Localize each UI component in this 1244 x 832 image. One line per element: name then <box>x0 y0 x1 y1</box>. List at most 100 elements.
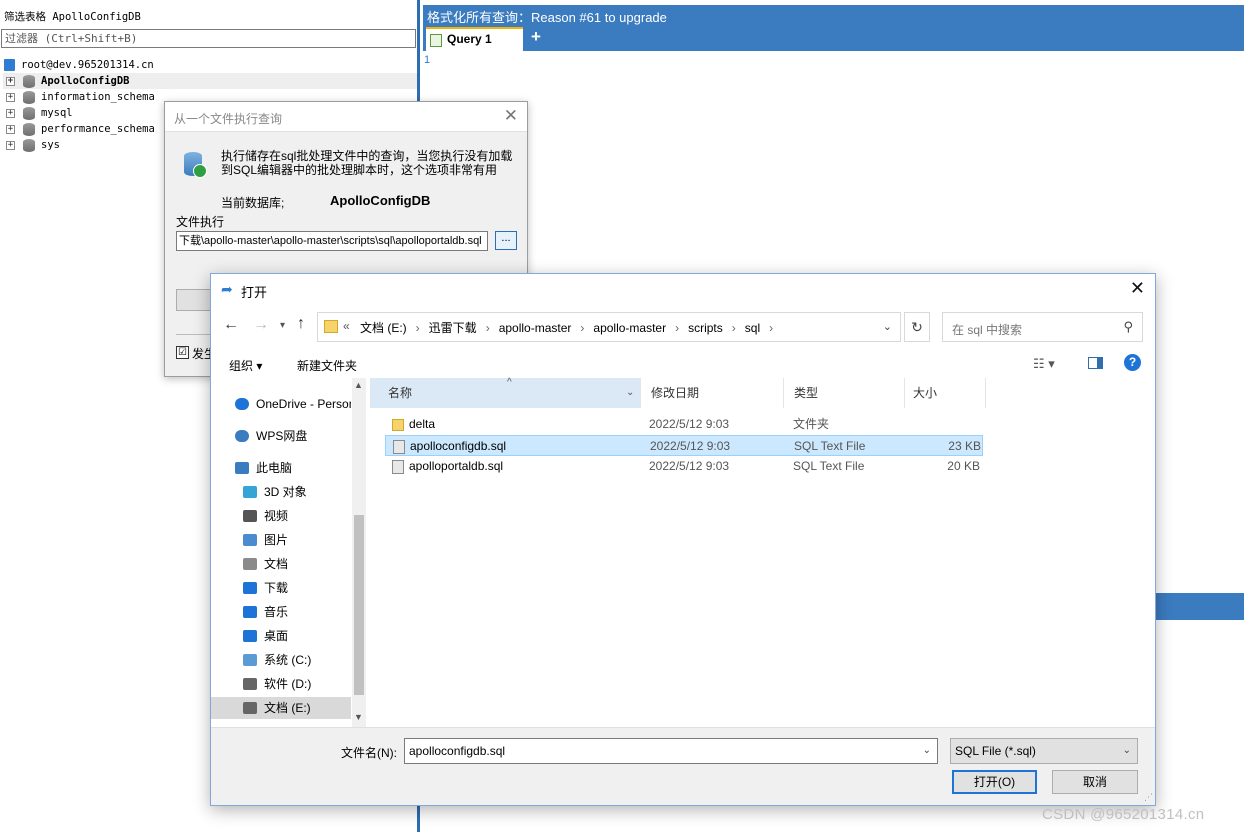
view-options-icon[interactable]: ☷ ▾ <box>1033 356 1055 372</box>
breadcrumb-item[interactable]: 迅雷下载 <box>429 319 477 336</box>
filetype-select[interactable]: SQL File (*.sql) ⌄ <box>950 738 1138 764</box>
up-arrow-icon[interactable]: ↑ <box>297 315 305 333</box>
filter-title: 筛选表格 ApolloConfigDB <box>4 11 141 23</box>
filename-label: 文件名(N): <box>341 746 397 760</box>
tab-label: Query 1 <box>447 32 492 46</box>
back-arrow-icon[interactable]: ← <box>223 316 239 334</box>
column-date[interactable]: 修改日期 <box>640 378 783 408</box>
nav-item[interactable]: 图片 <box>211 529 351 551</box>
file-name: apolloportaldb.sql <box>409 459 504 473</box>
breadcrumb-item[interactable]: apollo-master <box>593 321 666 335</box>
breadcrumb-item[interactable]: 文档 (E:) <box>360 319 407 336</box>
current-db-value: ApolloConfigDB <box>330 193 431 208</box>
database-icon <box>23 123 35 136</box>
file-row[interactable]: apolloconfigdb.sql 2022/5/12 9:03 SQL Text… <box>385 435 983 456</box>
chevron-right-icon[interactable]: › <box>675 321 679 335</box>
nav-item[interactable]: 下载 <box>211 577 351 599</box>
file-row[interactable]: delta 2022/5/12 9:03 文件夹 <box>385 414 983 435</box>
open-dialog-icon: ➦ <box>221 281 233 297</box>
column-size[interactable]: 大小 <box>904 378 986 408</box>
current-db-label: 当前数据库; <box>221 196 285 210</box>
chevron-down-icon[interactable]: ⌄ <box>1123 739 1131 763</box>
folder-icon <box>392 419 404 431</box>
chevron-right-icon[interactable]: › <box>486 321 490 335</box>
nav-item-label: WPS网盘 <box>256 429 308 443</box>
nav-item[interactable]: 视频 <box>211 505 351 527</box>
file-date: 2022/5/12 9:03 <box>649 459 730 473</box>
open-button[interactable]: 打开(O) <box>952 770 1037 794</box>
breadcrumb-item[interactable]: apollo-master <box>499 321 572 335</box>
nav-item[interactable]: 此电脑 <box>211 457 351 479</box>
file-path-input[interactable]: 下载\apollo-master\apollo-master\scripts\s… <box>176 231 488 251</box>
chevron-right-icon[interactable]: › <box>769 321 773 335</box>
address-bar[interactable]: « 文档 (E:) › 迅雷下载 › apollo-master › apollo-mast… <box>317 312 901 342</box>
refresh-icon[interactable]: ↻ <box>904 312 930 342</box>
expand-icon[interactable]: + <box>6 141 15 150</box>
connection-node[interactable]: root@dev.965201314.cn <box>3 57 417 73</box>
column-name[interactable]: 名称 ^ ⌄ <box>370 377 640 408</box>
chevron-right-icon[interactable]: › <box>416 321 420 335</box>
recent-locations-icon[interactable]: ▾ <box>280 320 285 331</box>
chevron-down-icon[interactable]: ⌄ <box>923 739 931 763</box>
nav-scrollbar[interactable]: ▲ ▼ <box>352 378 366 728</box>
nav-item[interactable]: 系统 (C:) <box>211 649 351 671</box>
column-type[interactable]: 类型 <box>783 378 904 408</box>
file-type: SQL Text File <box>794 439 866 453</box>
resize-grip-icon[interactable]: ⋰ <box>1144 792 1153 803</box>
nav-item-label: 文档 <box>264 557 289 571</box>
expand-icon[interactable]: + <box>6 125 15 134</box>
scroll-thumb[interactable] <box>354 515 364 695</box>
sql-file-icon <box>393 440 405 454</box>
new-folder-button[interactable]: 新建文件夹 <box>297 357 357 374</box>
help-icon[interactable]: ? <box>1124 354 1141 371</box>
browse-button[interactable]: ... <box>495 231 517 250</box>
download-icon <box>243 582 257 594</box>
nav-item[interactable]: 文档 (E:) <box>211 697 351 719</box>
exec-close-icon[interactable]: ✕ <box>504 106 518 126</box>
nav-item[interactable]: 3D 对象 <box>211 481 351 503</box>
database-icon <box>23 139 35 152</box>
add-tab-button[interactable]: + <box>531 27 541 47</box>
filename-input[interactable]: apolloconfigdb.sql ⌄ <box>404 738 938 764</box>
error-checkbox[interactable]: ☑ <box>176 346 189 359</box>
open-close-icon[interactable]: ✕ <box>1130 278 1145 299</box>
nav-item[interactable]: 桌面 <box>211 625 351 647</box>
expand-icon[interactable]: + <box>6 93 15 102</box>
expand-icon[interactable]: + <box>6 109 15 118</box>
scroll-up-icon[interactable]: ▲ <box>354 380 363 390</box>
filter-input[interactable]: 过滤器 (Ctrl+Shift+B) <box>1 29 416 48</box>
preview-pane-icon[interactable] <box>1088 357 1103 369</box>
chevron-down-icon[interactable]: ⌄ <box>626 378 634 408</box>
tab-query-1[interactable]: Query 1 <box>426 27 523 51</box>
search-placeholder: 在 sql 中搜索 <box>952 323 1023 337</box>
organize-menu[interactable]: 组织 ▾ <box>229 357 262 374</box>
expand-icon[interactable]: + <box>6 77 15 86</box>
chevron-down-icon[interactable]: ⌄ <box>883 320 892 333</box>
breadcrumb-item[interactable]: scripts <box>688 321 723 335</box>
nav-item[interactable]: 文档 <box>211 553 351 575</box>
server-icon <box>4 59 15 71</box>
scroll-down-icon[interactable]: ▼ <box>354 712 363 722</box>
address-overflow[interactable]: « <box>343 319 350 333</box>
nav-item-label: 图片 <box>264 533 289 547</box>
db-node[interactable]: + ApolloConfigDB <box>3 73 417 89</box>
search-input[interactable]: 在 sql 中搜索 ⚲ <box>942 312 1143 342</box>
file-date: 2022/5/12 9:03 <box>649 417 730 431</box>
chevron-right-icon[interactable]: › <box>732 321 736 335</box>
nav-item[interactable]: 软件 (D:) <box>211 673 351 695</box>
file-row[interactable]: apolloportaldb.sql 2022/5/12 9:03 SQL Text… <box>385 456 983 477</box>
sql-file-icon <box>392 460 404 474</box>
nav-item-label: 系统 (C:) <box>264 653 312 667</box>
file-type: SQL Text File <box>793 459 865 473</box>
nav-item[interactable]: OneDrive - Personal <box>211 393 351 415</box>
forward-arrow-icon[interactable]: → <box>253 316 269 334</box>
nav-item-label: 桌面 <box>264 629 289 643</box>
cloud-icon <box>235 398 249 410</box>
cancel-button[interactable]: 取消 <box>1052 770 1138 794</box>
dialog-footer: 文件名(N): apolloconfigdb.sql ⌄ SQL File (*… <box>211 727 1155 805</box>
nav-item[interactable]: 音乐 <box>211 601 351 623</box>
breadcrumb-item[interactable]: sql <box>745 321 760 335</box>
chevron-right-icon[interactable]: › <box>580 321 584 335</box>
open-titlebar: ➦ 打开 ✕ <box>211 274 1155 305</box>
nav-item[interactable]: WPS网盘 <box>211 425 351 447</box>
